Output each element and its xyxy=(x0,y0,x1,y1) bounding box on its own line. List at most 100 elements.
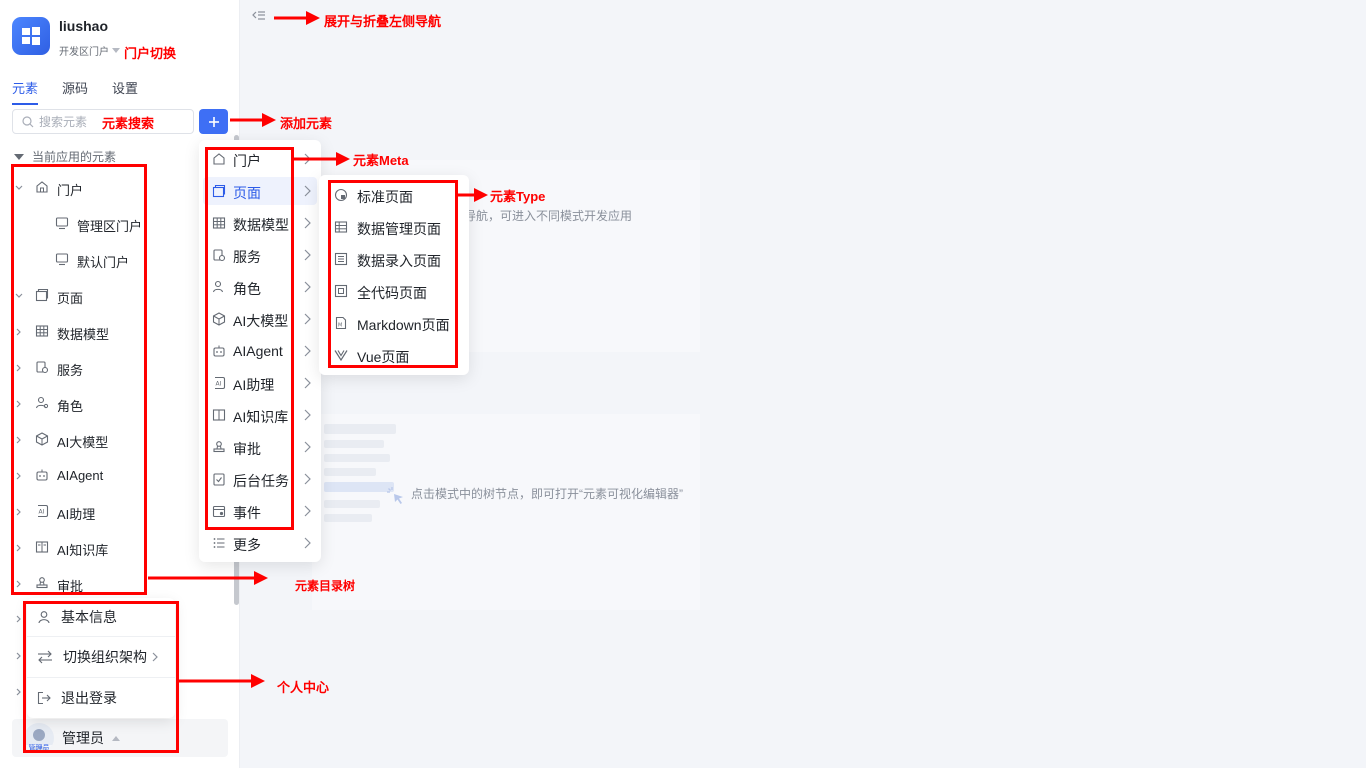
menu-item-service[interactable]: 服务 xyxy=(203,241,317,269)
tree-item-label: 默认门户 xyxy=(77,255,130,270)
tree-item-role[interactable]: 角色 xyxy=(14,392,224,416)
page-type-markdown[interactable]: M Markdown页面 xyxy=(327,309,461,337)
collapse-triangle-icon xyxy=(14,153,24,160)
page-type-data-manage[interactable]: 数据管理页面 xyxy=(327,213,461,241)
monitor-icon xyxy=(55,217,69,230)
page-type-full-code[interactable]: 全代码页面 xyxy=(327,277,461,305)
arrow-right-icon xyxy=(230,113,276,127)
user-icon xyxy=(38,611,50,624)
menu-item-data-model[interactable]: 数据模型 xyxy=(203,209,317,237)
tree-item-label: 页面 xyxy=(57,291,84,306)
skeleton-bar xyxy=(324,440,384,448)
portal-name: 开发区门户 xyxy=(59,47,109,58)
search-icon xyxy=(22,115,34,127)
menu-item-event[interactable]: 事件 xyxy=(203,497,317,525)
menu-item-label: 角色 xyxy=(233,281,261,297)
tree-item-label: AIAgent xyxy=(57,468,104,483)
caret-up-icon xyxy=(112,735,120,741)
page-type-standard[interactable]: 标准页面 xyxy=(327,181,461,209)
menu-item-ai-agent[interactable]: AIAgent xyxy=(203,337,317,365)
profile-item-basic-info[interactable]: 基本信息 xyxy=(27,598,175,636)
annotation-element-meta: 元素Meta xyxy=(353,153,409,168)
arrow-right-icon xyxy=(294,152,350,166)
tree-item-page[interactable]: 页面 xyxy=(14,284,224,308)
service-icon xyxy=(213,249,226,262)
app-title: liushao xyxy=(59,18,109,34)
menu-item-ai-knowledge[interactable]: AI知识库 xyxy=(203,401,317,429)
hint-tree-text: 点击模式中的树节点，即可打开“元素可视化编辑器” xyxy=(411,487,683,501)
menu-item-page[interactable]: 页面 xyxy=(203,177,317,205)
tab-elements[interactable]: 元素 xyxy=(12,78,39,105)
form-icon xyxy=(334,252,348,266)
menu-item-more[interactable]: 更多 xyxy=(203,529,317,557)
chevron-right-icon xyxy=(304,377,311,389)
profile-item-logout[interactable]: 退出登录 xyxy=(27,679,175,717)
avatar-label: 管理员 xyxy=(24,745,54,753)
tree-item-ai-knowledge[interactable]: AI知识库 xyxy=(14,536,224,560)
list-icon xyxy=(213,538,225,548)
page-type-data-entry[interactable]: 数据录入页面 xyxy=(327,245,461,273)
profile-item-switch-org[interactable]: 切换组织架构 xyxy=(27,638,175,676)
skeleton-bar xyxy=(324,424,396,434)
chevron-down-icon xyxy=(15,185,23,190)
markdown-file-icon: M xyxy=(335,316,347,330)
page-type-vue[interactable]: Vue页面 xyxy=(327,341,461,369)
skeleton-bar xyxy=(324,500,380,508)
tree-item-label: 服务 xyxy=(57,363,84,378)
chevron-down-icon xyxy=(15,293,23,298)
tree-item-label: 审批 xyxy=(57,579,84,594)
tree-item-label: 数据模型 xyxy=(57,327,110,342)
menu-item-background-task[interactable]: 后台任务 xyxy=(203,465,317,493)
caret-down-icon xyxy=(112,48,120,53)
book-icon xyxy=(35,541,49,553)
tree-item-default-portal[interactable]: 默认门户 xyxy=(14,248,224,272)
tree-item-label: 管理区门户 xyxy=(77,219,143,234)
profile-item-label: 退出登录 xyxy=(61,690,117,706)
user-bar[interactable]: 管理员 管理员 xyxy=(12,719,228,757)
annotation-element-tree: 元素目录树 xyxy=(295,579,356,593)
menu-item-ai-assistant[interactable]: AI AI助理 xyxy=(203,369,317,397)
chevron-right-icon xyxy=(304,505,311,517)
add-element-button[interactable] xyxy=(199,109,228,134)
tab-settings[interactable]: 设置 xyxy=(112,78,138,105)
user-name: 管理员 xyxy=(62,730,104,746)
menu-item-ai-model[interactable]: AI大模型 xyxy=(203,305,317,333)
chevron-right-icon xyxy=(304,473,311,485)
tree-item-admin-portal[interactable]: 管理区门户 xyxy=(14,212,224,236)
arrow-right-icon xyxy=(148,571,268,585)
book-icon xyxy=(212,409,226,421)
tree-item-portal[interactable]: 门户 xyxy=(14,176,224,200)
svg-text:AI: AI xyxy=(216,381,222,388)
annotation-search: 元素搜索 xyxy=(102,116,155,131)
tree-item-label: AI知识库 xyxy=(57,543,109,558)
tab-source[interactable]: 源码 xyxy=(62,78,88,105)
tree-item-ai-model[interactable]: AI大模型 xyxy=(14,428,224,452)
menu-item-approval[interactable]: 审批 xyxy=(203,433,317,461)
collapse-nav-icon[interactable] xyxy=(252,10,266,22)
robot-icon xyxy=(36,469,48,481)
tree-item-ai-assistant[interactable]: AI AI助理 xyxy=(14,500,224,524)
menu-item-label: AI知识库 xyxy=(233,409,289,425)
page-type-label: Markdown页面 xyxy=(357,317,450,333)
menu-item-role[interactable]: 角色 xyxy=(203,273,317,301)
chevron-right-icon xyxy=(16,580,21,588)
menu-item-label: 门户 xyxy=(233,153,261,169)
tree-item-ai-agent[interactable]: AIAgent xyxy=(14,464,224,488)
tree-section-title[interactable]: 当前应用的元素 xyxy=(14,148,116,165)
chevron-right-icon xyxy=(16,400,21,408)
page-type-label: 数据录入页面 xyxy=(357,253,441,269)
tree-item-data-model[interactable]: 数据模型 xyxy=(14,320,224,344)
standard-page-icon xyxy=(334,188,348,202)
menu-item-label: 服务 xyxy=(233,249,261,265)
menu-item-label: AI大模型 xyxy=(233,313,289,329)
click-pointer-icon xyxy=(387,487,403,504)
menu-item-label: 后台任务 xyxy=(233,473,289,489)
profile-item-label: 切换组织架构 xyxy=(63,649,147,665)
page-type-label: 标准页面 xyxy=(357,189,413,205)
cube-icon xyxy=(35,432,49,446)
plus-icon xyxy=(208,116,219,127)
section-title-label: 当前应用的元素 xyxy=(32,150,117,164)
portal-switch[interactable]: 开发区门户 xyxy=(59,43,120,58)
tree-item-service[interactable]: 服务 xyxy=(14,356,224,380)
annotation-add-element: 添加元素 xyxy=(280,116,333,131)
